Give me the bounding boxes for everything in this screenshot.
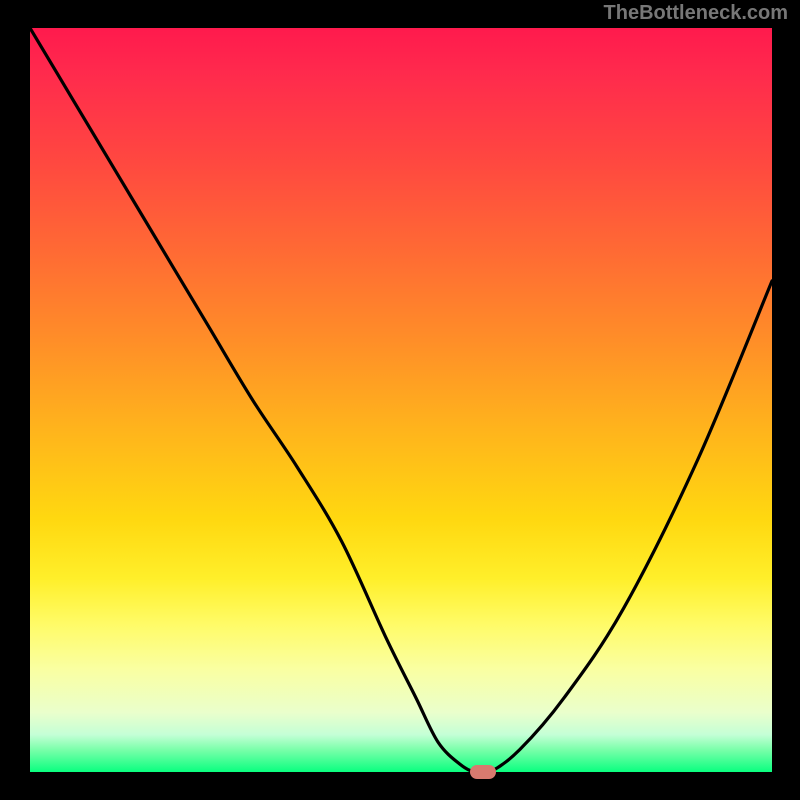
chart-frame: TheBottleneck.com — [0, 0, 800, 800]
minimum-marker — [470, 765, 496, 779]
bottleneck-curve — [30, 28, 772, 772]
watermark-text: TheBottleneck.com — [604, 2, 788, 25]
plot-area — [30, 28, 772, 772]
curve-path — [30, 28, 772, 772]
